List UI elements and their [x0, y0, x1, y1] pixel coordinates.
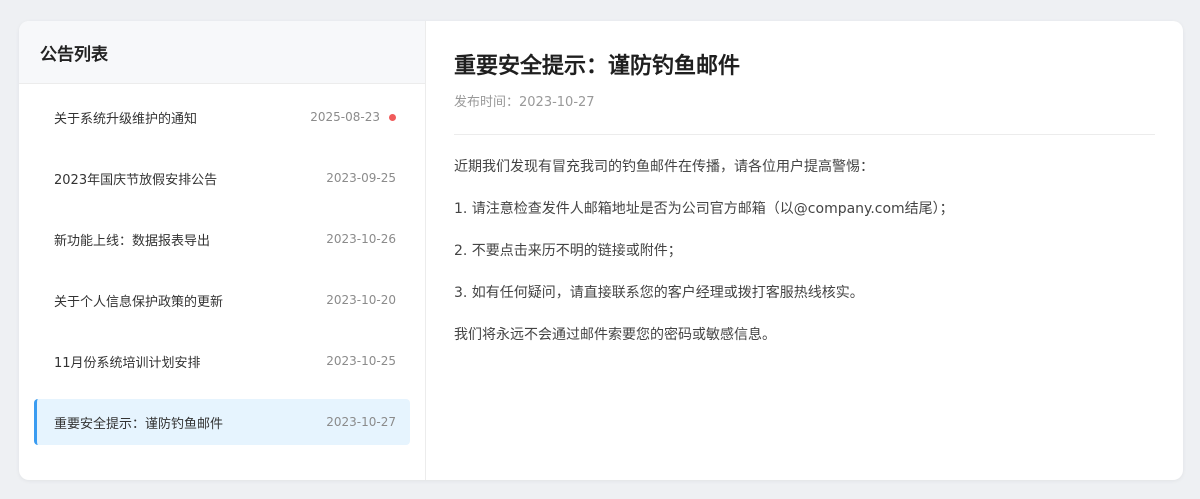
detail-paragraph: 我们将永远不会通过邮件索要您的密码或敏感信息。	[454, 327, 776, 343]
detail-paragraph: 3. 如有任何疑问，请直接联系您的客户经理或拨打客服热线核实。	[454, 285, 864, 301]
detail-publish-time: 发布时间：2023-10-27	[454, 95, 595, 110]
detail-paragraph: 1. 请注意检查发件人邮箱地址是否为公司官方邮箱（以@company.com结尾…	[454, 201, 954, 217]
notice-item-date: 2025-08-23	[310, 110, 380, 124]
unread-dot-icon	[389, 113, 396, 121]
sidebar-title: 公告列表	[40, 44, 108, 65]
notice-item-meta: 2023-10-26	[326, 232, 396, 246]
notice-sidebar: 公告列表 关于系统升级维护的通知 2025-08-23 2023年国庆节放假安排…	[19, 21, 426, 480]
notice-item-title: 重要安全提示：谨防钓鱼邮件	[54, 416, 224, 432]
notice-item[interactable]: 11月份系统培训计划安排 2023-10-25	[34, 338, 410, 384]
notice-item-date: 2023-10-25	[326, 354, 396, 368]
notice-item-date: 2023-10-27	[326, 415, 396, 429]
detail-divider	[454, 134, 1155, 135]
detail-body: 近期我们发现有冒充我司的钓鱼邮件在传播，请各位用户提高警惕： 1. 请注意检查发…	[454, 157, 1155, 345]
notice-item-title: 2023年国庆节放假安排公告	[54, 172, 218, 188]
detail-title: 重要安全提示：谨防钓鱼邮件	[454, 54, 741, 79]
notice-item-title: 11月份系统培训计划安排	[54, 355, 201, 371]
notice-item-meta: 2023-10-25	[326, 354, 396, 368]
notice-item-date: 2023-10-26	[326, 232, 396, 246]
notice-item-date: 2023-10-20	[326, 293, 396, 307]
notice-item-date: 2023-09-25	[326, 171, 396, 185]
notice-item[interactable]: 新功能上线：数据报表导出 2023-10-26	[34, 216, 410, 262]
notice-item-meta: 2025-08-23	[310, 110, 396, 124]
notice-detail: 重要安全提示：谨防钓鱼邮件 发布时间：2023-10-27 近期我们发现有冒充我…	[426, 21, 1183, 480]
notice-item-meta: 2023-10-20	[326, 293, 396, 307]
sidebar-header: 公告列表	[19, 21, 425, 84]
notice-item-meta: 2023-09-25	[326, 171, 396, 185]
notice-item[interactable]: 关于个人信息保护政策的更新 2023-10-20	[34, 277, 410, 323]
notice-list: 关于系统升级维护的通知 2025-08-23 2023年国庆节放假安排公告 20…	[19, 84, 425, 460]
notice-item-meta: 2023-10-27	[326, 415, 396, 429]
detail-paragraph: 2. 不要点击来历不明的链接或附件；	[454, 243, 682, 259]
notice-item[interactable]: 2023年国庆节放假安排公告 2023-09-25	[34, 155, 410, 201]
notice-item[interactable]: 关于系统升级维护的通知 2025-08-23	[34, 94, 410, 140]
notice-item-title: 关于系统升级维护的通知	[54, 111, 198, 127]
notice-item-active[interactable]: 重要安全提示：谨防钓鱼邮件 2023-10-27	[34, 399, 410, 445]
notice-panel: 公告列表 关于系统升级维护的通知 2025-08-23 2023年国庆节放假安排…	[19, 21, 1183, 480]
notice-item-title: 关于个人信息保护政策的更新	[54, 294, 224, 310]
notice-item-title: 新功能上线：数据报表导出	[54, 233, 211, 249]
detail-paragraph: 近期我们发现有冒充我司的钓鱼邮件在传播，请各位用户提高警惕：	[454, 159, 874, 175]
